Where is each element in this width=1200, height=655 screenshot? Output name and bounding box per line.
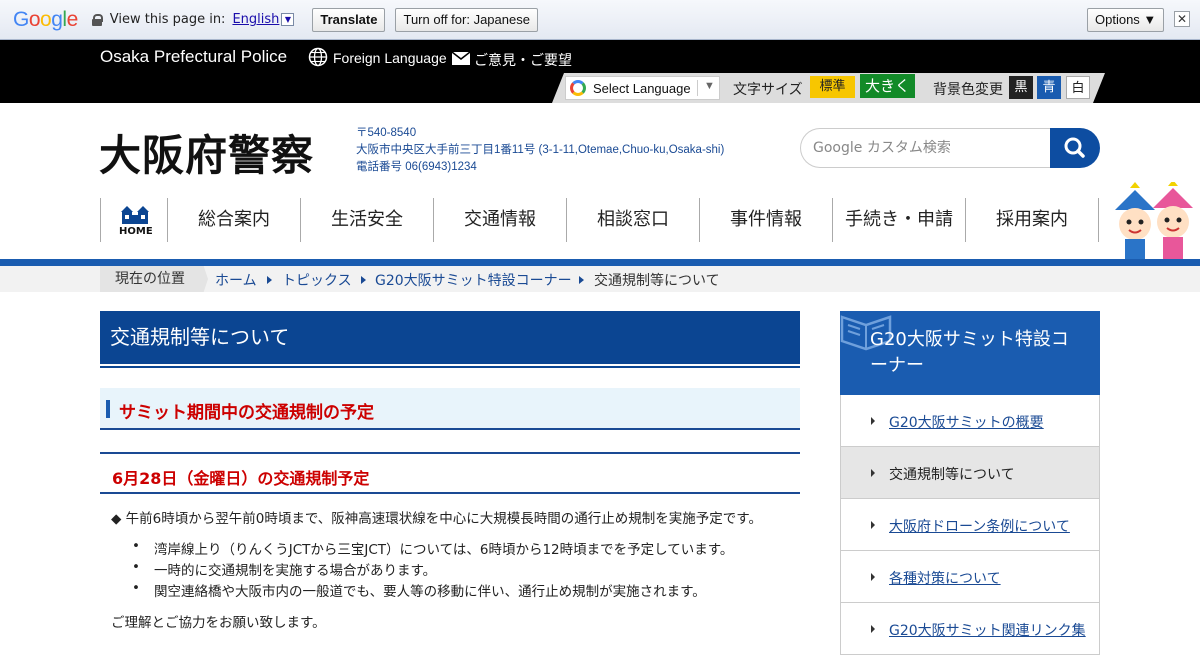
search-box xyxy=(800,128,1051,168)
mascot-illustration xyxy=(1115,182,1193,260)
font-size-label: 文字サイズ xyxy=(733,82,803,98)
breadcrumb-here-label: 現在の位置 xyxy=(100,266,208,292)
chevron-right-icon xyxy=(871,521,875,529)
bg-black-button[interactable]: 黒 xyxy=(1009,76,1033,99)
closing-text: ご理解とご協力をお願い致します。 xyxy=(111,615,326,631)
sidebar-item-label[interactable]: G20大阪サミット関連リンク集 xyxy=(889,620,1086,640)
list-item-text: 一時的に交通規制を実施する場合があります。 xyxy=(154,563,437,579)
opinion-link[interactable]: ご意見・ご要望 xyxy=(474,50,572,70)
breadcrumb-home-link[interactable]: ホーム xyxy=(215,270,257,290)
sidebar-header: G20大阪サミット特設コーナー xyxy=(840,311,1100,395)
sidebar-item-overview[interactable]: G20大阪サミットの概要 xyxy=(840,395,1100,447)
translate-label: View this page in: xyxy=(109,12,226,27)
chevron-right-icon xyxy=(871,625,875,633)
nav-home-label: HOME xyxy=(119,226,153,237)
google-logo: Google xyxy=(13,7,78,31)
postal-code: 〒540-8540 xyxy=(356,127,417,139)
site-name: Osaka Prefectural Police xyxy=(100,47,288,66)
nav-traffic-info[interactable]: 交通情報 xyxy=(434,198,567,242)
translate-button[interactable]: Translate xyxy=(312,7,386,32)
globe-icon[interactable] xyxy=(308,47,328,67)
page-title: 交通規制等について xyxy=(100,311,800,364)
home-icon xyxy=(121,206,149,224)
list-item: 一時的に交通規制を実施する場合があります。 xyxy=(132,559,437,579)
foreign-language-link[interactable]: Foreign Language xyxy=(333,50,447,66)
sidebar-item-label[interactable]: G20大阪サミットの概要 xyxy=(889,412,1044,432)
site-logo[interactable]: 大阪府警察 xyxy=(99,122,314,183)
nav-consultation[interactable]: 相談窓口 xyxy=(567,198,700,242)
font-standard-button[interactable]: 標準 xyxy=(810,76,855,98)
translate-language-link[interactable]: English xyxy=(232,12,279,27)
sidebar-item-measures[interactable]: 各種対策について xyxy=(840,551,1100,603)
nav-home[interactable]: HOME xyxy=(100,198,168,242)
phone-number: 電話番号 06(6943)1234 xyxy=(356,161,477,173)
bg-white-button[interactable]: 白 xyxy=(1066,76,1090,99)
close-icon[interactable]: ✕ xyxy=(1174,11,1190,27)
lock-icon xyxy=(91,13,103,26)
nav-recruitment[interactable]: 採用案内 xyxy=(966,198,1099,242)
sidebar-item-links[interactable]: G20大阪サミット関連リンク集 xyxy=(840,603,1100,655)
search-icon xyxy=(1064,137,1085,158)
sidebar-item-label[interactable]: 大阪府ドローン条例について xyxy=(889,516,1070,536)
turn-off-translation-button[interactable]: Turn off for: Japanese xyxy=(395,7,538,32)
list-item-text: 関空連絡橋や大阪市内の一般道でも、要人等の移動に伴い、通行止め規制が実施されます… xyxy=(154,584,706,600)
breadcrumb-arrow-icon xyxy=(267,276,272,284)
bg-color-label: 背景色変更 xyxy=(933,82,1003,98)
bg-blue-button[interactable]: 青 xyxy=(1037,76,1061,99)
breadcrumb: 現在の位置 ホーム トピックス G20大阪サミット特設コーナー 交通規制等につい… xyxy=(0,266,1200,292)
sidebar-item-drone[interactable]: 大阪府ドローン条例について xyxy=(840,499,1100,551)
lead-text: ◆ 午前6時頃から翌午前0時頃まで、阪神高速環状線を中心に大規模長時間の通行止め… xyxy=(111,511,762,527)
nav-incident-info[interactable]: 事件情報 xyxy=(700,198,833,242)
chevron-right-icon xyxy=(871,469,875,477)
subsection-heading-text: 6月28日（金曜日）の交通規制予定 xyxy=(112,469,370,488)
title-underline xyxy=(100,366,800,368)
select-language-label: Select Language xyxy=(593,81,691,96)
breadcrumb-topics-link[interactable]: トピックス xyxy=(282,270,352,290)
chevron-right-icon xyxy=(871,417,875,425)
search-button[interactable] xyxy=(1050,128,1100,168)
breadcrumb-arrow-icon xyxy=(361,276,366,284)
sidebar-item-label: 交通規制等について xyxy=(889,467,1015,483)
nav-underline xyxy=(0,259,1200,266)
options-button[interactable]: Options ▼ xyxy=(1087,8,1165,32)
subsection-heading: 6月28日（金曜日）の交通規制予定 xyxy=(100,452,800,494)
section-heading-text: サミット期間中の交通規制の予定 xyxy=(119,403,374,423)
google-g-icon xyxy=(570,80,586,96)
divider xyxy=(697,80,698,96)
chevron-right-icon xyxy=(871,573,875,581)
sidebar-item-traffic[interactable]: 交通規制等について xyxy=(840,447,1100,499)
language-dropdown-icon[interactable]: ▼ xyxy=(281,13,295,26)
heading-bar xyxy=(106,400,110,418)
site-header: Osaka Prefectural Police Foreign Languag… xyxy=(0,40,1200,103)
list-item: 関空連絡橋や大阪市内の一般道でも、要人等の移動に伴い、通行止め規制が実施されます… xyxy=(132,580,706,600)
font-large-button[interactable]: 大きく xyxy=(860,74,915,98)
breadcrumb-current: 交通規制等について xyxy=(594,273,720,289)
list-item-text: 湾岸線上り（りんくうJCTから三宝JCT）については、6時頃から12時頃までを予… xyxy=(154,542,734,558)
nav-life-safety[interactable]: 生活安全 xyxy=(301,198,434,242)
section-heading: サミット期間中の交通規制の予定 xyxy=(100,388,800,430)
nav-procedures[interactable]: 手続き・申請 xyxy=(833,198,966,242)
chevron-down-icon: ▼ xyxy=(704,80,715,92)
global-nav: HOME 総合案内 生活安全 交通情報 相談窓口 事件情報 手続き・申請 採用案… xyxy=(100,198,1099,244)
sidebar-title: G20大阪サミット特設コーナー xyxy=(870,329,1069,376)
sidebar-item-label[interactable]: 各種対策について xyxy=(889,568,1001,588)
breadcrumb-arrow-icon xyxy=(579,276,584,284)
breadcrumb-g20-link[interactable]: G20大阪サミット特設コーナー xyxy=(375,270,572,290)
address: 大阪市中央区大手前三丁目1番11号 (3-1-11,Otemae,Chuo-ku… xyxy=(356,144,725,156)
search-input[interactable] xyxy=(813,129,1043,167)
mail-icon[interactable] xyxy=(452,52,470,65)
select-language-dropdown[interactable]: Select Language ▼ xyxy=(565,76,720,100)
translate-bar: Google View this page in: English ▼ Tran… xyxy=(0,0,1200,40)
list-item: 湾岸線上り（りんくうJCTから三宝JCT）については、6時頃から12時頃までを予… xyxy=(132,538,734,558)
nav-general-info[interactable]: 総合案内 xyxy=(168,198,301,242)
